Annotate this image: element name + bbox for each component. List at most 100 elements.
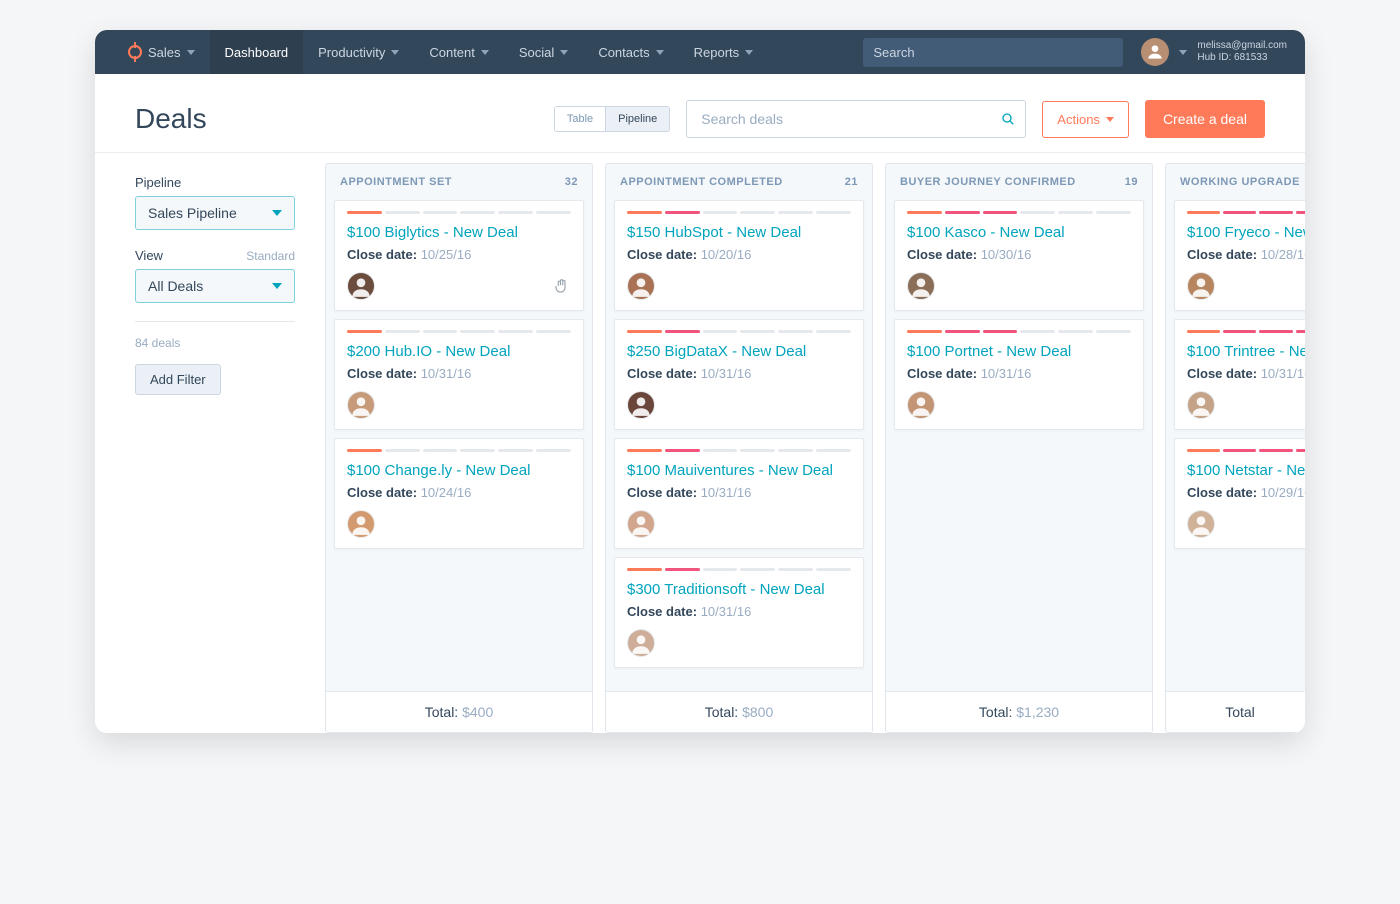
stage-bar xyxy=(907,211,942,214)
deal-card[interactable]: $200 Hub.IO - New Deal Close date: 10/31/… xyxy=(334,319,584,430)
nav-content[interactable]: Content xyxy=(414,30,504,74)
deal-card[interactable]: $100 Kasco - New DealClose date: 10/30/1… xyxy=(894,200,1144,311)
stage-bar xyxy=(1187,449,1220,452)
deal-card[interactable]: $100 Change.ly - New DealClose date: 10/… xyxy=(334,438,584,549)
search-icon xyxy=(1000,111,1016,127)
deal-title: $150 HubSpot - New Deal xyxy=(627,224,851,241)
actions-button[interactable]: Actions xyxy=(1042,101,1129,138)
card-footer xyxy=(907,272,1131,300)
deal-card[interactable]: $100 Trintree - New DealClose date: 10/3… xyxy=(1174,319,1305,430)
deal-title: $300 Traditionsoft - New Deal xyxy=(627,581,851,598)
stage-bar xyxy=(1259,449,1292,452)
nav-reports[interactable]: Reports xyxy=(679,30,769,74)
view-pipeline-button[interactable]: Pipeline xyxy=(605,107,669,131)
column-header: APPOINTMENT COMPLETED21 xyxy=(606,164,872,200)
stage-progress xyxy=(347,211,571,214)
stage-bar xyxy=(1296,449,1305,452)
deal-title: $100 Biglytics - New Deal xyxy=(347,224,571,241)
stage-bar xyxy=(703,211,738,214)
view-label: View Standard xyxy=(135,248,295,263)
pipeline-column: WORKING UPGRADE $100 Fryeco - New Deal Clo… xyxy=(1165,163,1305,733)
deal-close-date: Close date: 10/31/16 xyxy=(627,604,851,619)
stage-bar xyxy=(1096,330,1131,333)
deal-card[interactable]: $100 Fryeco - New Deal Close date: 10/28/… xyxy=(1174,200,1305,311)
stage-progress xyxy=(1187,211,1305,214)
pipeline-value: Sales Pipeline xyxy=(148,205,237,221)
card-footer xyxy=(627,391,851,419)
deal-card[interactable]: $300 Traditionsoft - New Deal Close date:… xyxy=(614,557,864,668)
filters-sidebar: Pipeline Sales Pipeline View Standard Al… xyxy=(95,153,325,733)
nav-label: Social xyxy=(519,45,554,60)
deal-close-date: Close date: 10/31/16 xyxy=(627,485,851,500)
actions-label: Actions xyxy=(1057,112,1100,127)
create-deal-button[interactable]: Create a deal xyxy=(1145,100,1265,138)
stage-progress xyxy=(1187,330,1305,333)
add-filter-button[interactable]: Add Filter xyxy=(135,364,221,395)
card-footer xyxy=(347,272,571,300)
card-footer xyxy=(1187,272,1305,300)
nav-brand[interactable]: Sales xyxy=(113,30,210,74)
chevron-down-icon xyxy=(1106,117,1114,122)
deal-title: $100 Mauiventures - New Deal xyxy=(627,462,851,479)
stage-bar xyxy=(665,568,700,571)
deals-search-input[interactable] xyxy=(686,100,1026,138)
deal-card[interactable]: $250 BigDataX - New DealClose date: 10/3… xyxy=(614,319,864,430)
stage-bar xyxy=(347,211,382,214)
card-footer xyxy=(1187,391,1305,419)
owner-avatar xyxy=(627,629,655,657)
view-table-button[interactable]: Table xyxy=(555,107,605,131)
column-total: Total: $1,230 xyxy=(886,691,1152,732)
nav-dashboard[interactable]: Dashboard xyxy=(210,30,304,74)
deal-card[interactable]: $150 HubSpot - New Deal Close date: 10/20… xyxy=(614,200,864,311)
stage-progress xyxy=(627,568,851,571)
column-cards: $150 HubSpot - New Deal Close date: 10/20… xyxy=(606,200,872,691)
card-footer xyxy=(1187,510,1305,538)
owner-avatar xyxy=(627,510,655,538)
view-select[interactable]: All Deals xyxy=(135,269,295,303)
chevron-down-icon xyxy=(1179,50,1187,55)
stage-bar xyxy=(740,449,775,452)
nav-social[interactable]: Social xyxy=(504,30,583,74)
column-title: APPOINTMENT COMPLETED xyxy=(620,176,783,188)
stage-bar xyxy=(816,449,851,452)
stage-bar xyxy=(703,568,738,571)
nav-productivity[interactable]: Productivity xyxy=(303,30,414,74)
stage-bar xyxy=(385,449,420,452)
column-total: Total: $800 xyxy=(606,691,872,732)
stage-bar xyxy=(498,449,533,452)
owner-avatar xyxy=(347,510,375,538)
deal-close-date: Close date: 10/28/16 xyxy=(1187,247,1305,262)
account-menu[interactable]: melissa@gmail.com Hub ID: 681533 xyxy=(1141,38,1287,66)
deal-card[interactable]: $100 Biglytics - New DealClose date: 10/… xyxy=(334,200,584,311)
deal-card[interactable]: $100 Netstar - New DealClose date: 10/29… xyxy=(1174,438,1305,549)
nav-label: Dashboard xyxy=(225,45,289,60)
column-header: WORKING UPGRADE xyxy=(1166,164,1305,200)
card-footer xyxy=(347,391,571,419)
chevron-down-icon xyxy=(745,50,753,55)
column-title: APPOINTMENT SET xyxy=(340,176,452,188)
deal-title: $100 Portnet - New Deal xyxy=(907,343,1131,360)
nav-label: Reports xyxy=(694,45,740,60)
stage-bar xyxy=(983,330,1018,333)
column-total: Total xyxy=(1166,691,1305,732)
deal-card[interactable]: $100 Mauiventures - New Deal Close date: … xyxy=(614,438,864,549)
deal-card[interactable]: $100 Portnet - New DealClose date: 10/31… xyxy=(894,319,1144,430)
global-search-input[interactable] xyxy=(863,38,1123,67)
stage-bar xyxy=(385,211,420,214)
stage-bar xyxy=(627,211,662,214)
deal-title: $200 Hub.IO - New Deal xyxy=(347,343,571,360)
stage-bar xyxy=(1058,330,1093,333)
stage-bar xyxy=(740,211,775,214)
owner-avatar xyxy=(907,272,935,300)
nav-contacts[interactable]: Contacts xyxy=(583,30,678,74)
stage-bar xyxy=(498,330,533,333)
deal-close-date: Close date: 10/20/16 xyxy=(627,247,851,262)
stage-bar xyxy=(778,449,813,452)
pipeline-select[interactable]: Sales Pipeline xyxy=(135,196,295,230)
chevron-down-icon xyxy=(656,50,664,55)
pipeline-column: APPOINTMENT COMPLETED21$150 HubSpot - Ne… xyxy=(605,163,873,733)
stage-progress xyxy=(907,211,1131,214)
deal-title: $100 Fryeco - New Deal xyxy=(1187,224,1305,241)
deal-close-date: Close date: 10/31/16 xyxy=(347,366,571,381)
account-info: melissa@gmail.com Hub ID: 681533 xyxy=(1197,40,1287,64)
